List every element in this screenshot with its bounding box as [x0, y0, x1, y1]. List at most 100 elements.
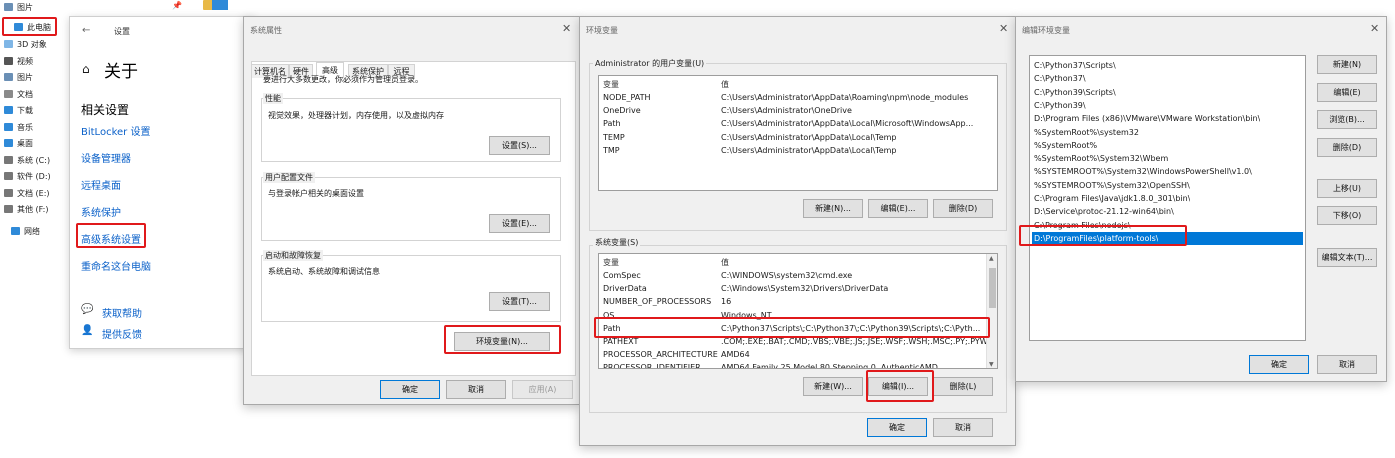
- variable-value: C:\Users\Administrator\AppData\Local\Tem…: [721, 145, 897, 155]
- highlight-advanced-settings: [76, 223, 146, 248]
- path-entry[interactable]: %SystemRoot%\system32: [1032, 126, 1303, 139]
- get-help-link[interactable]: 获取帮助: [102, 305, 142, 320]
- startup-settings-button[interactable]: 设置(T)...: [489, 292, 550, 311]
- highlight-new-path-entry: [1019, 225, 1187, 246]
- cancel-button[interactable]: 取消: [1317, 355, 1377, 374]
- cube-icon: [4, 40, 13, 48]
- feedback-link[interactable]: 提供反馈: [102, 326, 142, 341]
- table-row[interactable]: NODE_PATH C:\Users\Administrator\AppData\…: [603, 91, 993, 104]
- system-new-button[interactable]: 新建(W)...: [803, 377, 863, 396]
- close-icon[interactable]: ✕: [999, 22, 1008, 35]
- variable-value: C:\Users\Administrator\AppData\Local\Mic…: [721, 119, 974, 129]
- path-entry[interactable]: D:\Service\protoc-21.12-win64\bin\: [1032, 205, 1303, 218]
- delete-entry-button[interactable]: 删除(D): [1317, 138, 1377, 157]
- cancel-button[interactable]: 取消: [446, 380, 506, 399]
- move-down-button[interactable]: 下移(O): [1317, 206, 1377, 225]
- nav-item[interactable]: 其他 (F:): [4, 202, 48, 216]
- variable-name: NODE_PATH: [603, 93, 651, 102]
- table-row[interactable]: PROCESSOR_IDENTIFIER AMD64 Family 25 Mode…: [603, 361, 993, 368]
- path-entry[interactable]: C:\Python37\Scripts\: [1032, 59, 1303, 72]
- close-icon[interactable]: ✕: [1370, 22, 1379, 35]
- variable-name: PATHEXT: [603, 337, 639, 346]
- performance-settings-button[interactable]: 设置(S)...: [489, 136, 550, 155]
- variable-name: NUMBER_OF_PROCESSORS: [603, 297, 712, 307]
- nav-item[interactable]: 系统 (C:): [4, 153, 50, 167]
- edit-text-button[interactable]: 编辑文本(T)...: [1317, 248, 1377, 267]
- path-entry[interactable]: C:\Python37\: [1032, 72, 1303, 85]
- back-arrow-icon[interactable]: ←: [82, 25, 90, 36]
- nav-item-label: 网络: [24, 226, 40, 236]
- path-entries-list[interactable]: C:\Python37\Scripts\ C:\Python37\ C:\Pytho…: [1029, 55, 1306, 341]
- ok-button[interactable]: 确定: [380, 380, 440, 399]
- close-icon[interactable]: ✕: [562, 22, 571, 35]
- document-icon: [4, 90, 13, 98]
- vertical-scrollbar[interactable]: ▲ ▼: [986, 254, 997, 368]
- path-entry[interactable]: %SYSTEMROOT%\System32\OpenSSH\: [1032, 179, 1303, 192]
- user-vars-table[interactable]: 变量 值 NODE_PATH C:\Users\Administrator\App…: [598, 75, 998, 191]
- path-entry[interactable]: C:\Python39\: [1032, 99, 1303, 112]
- link-system-protection[interactable]: 系统保护: [81, 204, 121, 219]
- nav-item[interactable]: 文档: [4, 87, 33, 101]
- link-device-manager[interactable]: 设备管理器: [81, 150, 131, 165]
- link-bitlocker[interactable]: BitLocker 设置: [81, 123, 150, 138]
- table-row[interactable]: DriverData C:\Windows\System32\Drivers\Dr…: [603, 282, 993, 295]
- nav-item[interactable]: 音乐: [4, 120, 33, 134]
- table-row[interactable]: TMP C:\Users\Administrator\AppData\Local\…: [603, 144, 993, 157]
- scroll-up-icon[interactable]: ▲: [989, 255, 994, 262]
- variable-value: .COM;.EXE;.BAT;.CMD;.VBS;.VBE;.JS;.JSE;.…: [721, 337, 988, 346]
- link-rename-pc[interactable]: 重命名这台电脑: [81, 258, 151, 273]
- ok-button[interactable]: 确定: [867, 418, 927, 437]
- cancel-button[interactable]: 取消: [933, 418, 993, 437]
- new-entry-button[interactable]: 新建(N): [1317, 55, 1377, 74]
- path-entry[interactable]: D:\Program Files (x86)\VMware\VMware Wor…: [1032, 112, 1303, 125]
- path-entry[interactable]: %SystemRoot%\System32\Wbem: [1032, 152, 1303, 165]
- system-vars-table[interactable]: 变量 值 ComSpec C:\WINDOWS\system32\cmd.exe D…: [598, 253, 998, 369]
- path-entry[interactable]: C:\Python39\Scripts\: [1032, 86, 1303, 99]
- nav-item[interactable]: 图片: [4, 70, 33, 84]
- user-delete-button[interactable]: 删除(D): [933, 199, 993, 218]
- table-row[interactable]: NUMBER_OF_PROCESSORS 16: [603, 295, 993, 308]
- startup-recovery-desc: 系统启动、系统故障和调试信息: [268, 267, 380, 276]
- apply-button[interactable]: 应用(A): [512, 380, 573, 399]
- user-edit-button[interactable]: 编辑(E)...: [868, 199, 928, 218]
- col-variable: 变量: [603, 258, 619, 267]
- nav-item[interactable]: 网络: [11, 224, 40, 238]
- link-remote-desktop[interactable]: 远程桌面: [81, 177, 121, 192]
- network-icon: [11, 227, 20, 235]
- help-icon: 💬: [81, 304, 94, 315]
- user-new-button[interactable]: 新建(N)...: [803, 199, 863, 218]
- nav-item[interactable]: 3D 对象: [4, 37, 47, 51]
- startup-recovery-label: 启动和故障恢复: [263, 250, 323, 261]
- path-entry-text: D:\Program Files (x86)\VMware\VMware Wor…: [1034, 114, 1261, 124]
- nav-item-label: 图片: [17, 72, 33, 82]
- ok-button[interactable]: 确定: [1249, 355, 1309, 374]
- edit-entry-button[interactable]: 编辑(E): [1317, 83, 1377, 102]
- table-row[interactable]: ComSpec C:\WINDOWS\system32\cmd.exe: [603, 269, 993, 282]
- move-up-button[interactable]: 上移(U): [1317, 179, 1377, 198]
- scrollbar-thumb[interactable]: [989, 268, 996, 308]
- table-row[interactable]: TEMP C:\Users\Administrator\AppData\Local…: [603, 131, 993, 144]
- drive-icon: [4, 156, 13, 164]
- user-profile-settings-button[interactable]: 设置(E)...: [489, 214, 550, 233]
- user-profile-label: 用户配置文件: [263, 172, 315, 183]
- browse-button[interactable]: 浏览(B)...: [1317, 110, 1377, 129]
- nav-item[interactable]: 软件 (D:): [4, 169, 51, 183]
- system-delete-button[interactable]: 删除(L): [933, 377, 993, 396]
- nav-item[interactable]: 视频: [4, 54, 33, 68]
- nav-item[interactable]: 桌面: [4, 136, 33, 150]
- path-entry[interactable]: C:\Program Files\Java\jdk1.8.0_301\bin\: [1032, 192, 1303, 205]
- nav-item-pictures-top[interactable]: 图片: [4, 0, 33, 14]
- variable-value: 16: [721, 297, 732, 307]
- table-row[interactable]: Path C:\Users\Administrator\AppData\Local…: [603, 117, 993, 130]
- path-entry[interactable]: %SYSTEMROOT%\System32\WindowsPowerShell\…: [1032, 165, 1303, 178]
- path-entry[interactable]: %SystemRoot%: [1032, 139, 1303, 152]
- table-row[interactable]: PROCESSOR_ARCHITECTURE AMD64: [603, 348, 993, 361]
- nav-item[interactable]: 下载: [4, 103, 33, 117]
- table-header: 变量 值: [603, 78, 993, 91]
- home-icon[interactable]: ⌂: [82, 62, 90, 76]
- performance-label: 性能: [263, 93, 283, 104]
- nav-item[interactable]: 文档 (E:): [4, 186, 50, 200]
- scroll-down-icon[interactable]: ▼: [989, 361, 994, 368]
- variable-value: C:\WINDOWS\system32\cmd.exe: [721, 271, 853, 280]
- table-row[interactable]: OneDrive C:\Users\Administrator\OneDrive: [603, 104, 993, 117]
